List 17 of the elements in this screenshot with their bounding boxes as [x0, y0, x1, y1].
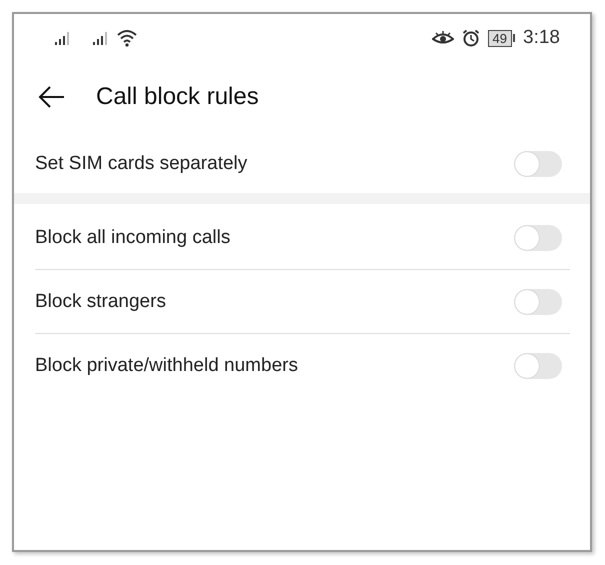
- clock-time: 3:18: [523, 27, 560, 49]
- wifi-icon: [116, 29, 138, 47]
- battery-icon: 49: [488, 30, 516, 46]
- toggle-switch[interactable]: [514, 150, 562, 176]
- signal-icon: [54, 30, 72, 46]
- signal-icon: [92, 30, 110, 46]
- alarm-icon: [462, 29, 480, 47]
- toggle-switch[interactable]: [514, 224, 562, 250]
- page-title: Call block rules: [96, 83, 259, 111]
- setting-label: Block strangers: [35, 290, 166, 312]
- toggle-switch[interactable]: [514, 288, 562, 314]
- setting-label: Block all incoming calls: [35, 226, 230, 248]
- back-icon[interactable]: [38, 85, 66, 109]
- setting-label: Block private/withheld numbers: [35, 354, 298, 376]
- setting-label: Set SIM cards separately: [35, 152, 248, 174]
- toggle-switch[interactable]: [514, 352, 562, 378]
- eye-icon: [432, 30, 454, 46]
